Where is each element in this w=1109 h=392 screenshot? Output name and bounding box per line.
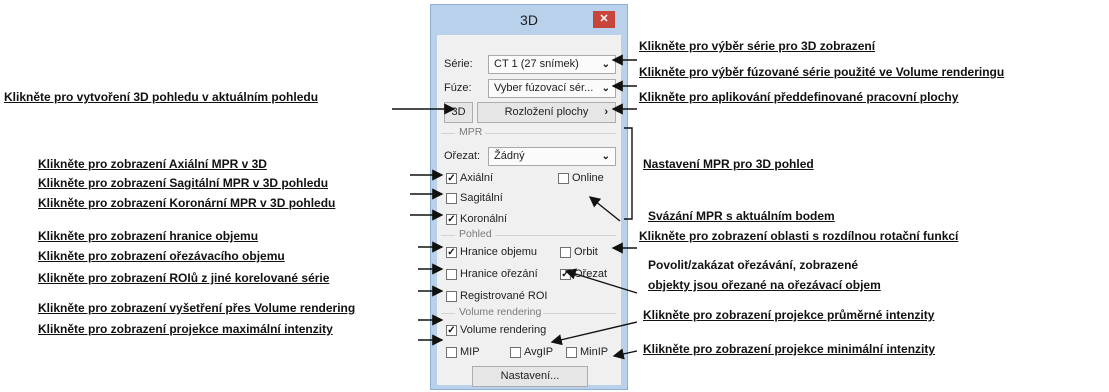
arrow-minip	[612, 348, 638, 360]
annotation-volume-bounds: Klikněte pro zobrazení hranice objemu	[38, 229, 259, 243]
annotation-crop-volume: Klikněte pro zobrazení ořezávacího objem…	[38, 249, 285, 263]
annotation-axial: Klikněte pro zobrazení Axiální MPR v 3D	[38, 157, 267, 171]
annotation-coronal: Klikněte pro zobrazení Koronární MPR v 3…	[38, 196, 336, 210]
annotation-create-3d: Klikněte pro vytvoření 3D pohledu v aktu…	[4, 90, 319, 104]
annotation-workspace: Klikněte pro aplikování předdefinované p…	[639, 90, 959, 104]
arrow-online	[588, 196, 621, 222]
annotation-sagittal: Klikněte pro zobrazení Sagitální MPR v 3…	[38, 176, 329, 190]
arrow-avgip	[550, 321, 638, 346]
annotation-link-mpr: Svázání MPR s aktuálním bodem	[648, 209, 835, 223]
annotation-mpr-settings: Nastavení MPR pro 3D pohled	[643, 157, 814, 171]
annotation-crop-toggle-line2: objekty jsou ořezané na ořezávací objem	[648, 278, 881, 292]
annotation-fusion: Klikněte pro výběr fúzované série použit…	[639, 65, 1005, 79]
annotation-crop-toggle-line1: Povolit/zakázat ořezávání, zobrazené	[648, 258, 859, 272]
annotation-min-proj: Klikněte pro zobrazení projekce minimáln…	[643, 342, 936, 356]
bracket-mpr	[624, 127, 633, 220]
arrow-crop	[564, 268, 638, 294]
annotation-avg-proj: Klikněte pro zobrazení projekce průměrné…	[643, 308, 935, 322]
annotation-orbit: Klikněte pro zobrazení oblasti s rozdíln…	[639, 229, 959, 243]
annotation-vr-exam: Klikněte pro zobrazení vyšetření přes Vo…	[38, 301, 356, 315]
annotation-max-proj: Klikněte pro zobrazení projekce maximáln…	[38, 322, 333, 336]
annotation-roi: Klikněte pro zobrazení ROIů z jiné korel…	[38, 271, 330, 285]
annotation-series: Klikněte pro výběr série pro 3D zobrazen…	[639, 39, 876, 53]
